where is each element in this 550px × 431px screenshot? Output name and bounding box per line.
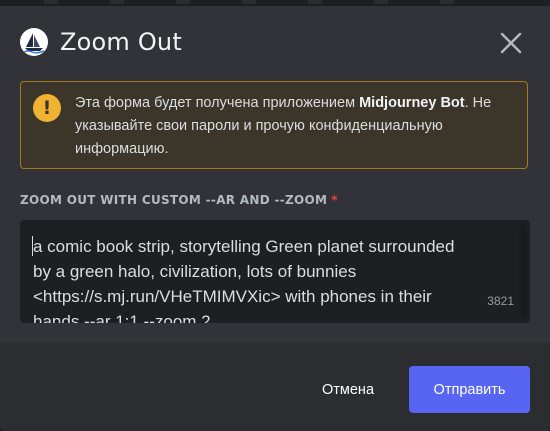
field-label: ZOOM OUT WITH CUSTOM --AR AND --ZOOM * [20,193,338,207]
prompt-textarea-value[interactable]: a comic book strip, storytelling Green p… [33,234,473,323]
modal-dialog: Zoom Out ! Эта форма будет получена прил… [0,0,550,431]
submit-button[interactable]: Отправить [409,366,530,413]
scrollbar-thumb[interactable] [519,224,527,319]
prompt-textarea[interactable]: a comic book strip, storytelling Green p… [20,220,530,323]
modal-header: Zoom Out [20,24,182,60]
field-label-text: ZOOM OUT WITH CUSTOM --AR AND --ZOOM [20,193,328,207]
midjourney-boat-icon [20,28,48,56]
notice-text-before: Эта форма будет получена приложением [75,95,360,111]
required-marker: * [331,193,338,207]
remaining-char-count: 3821 [483,294,514,308]
modal-footer: Отмена Отправить [0,343,550,431]
close-icon [500,32,522,54]
exclamation-icon: ! [33,94,61,122]
cancel-button[interactable]: Отмена [306,367,390,413]
notice-app-name: Midjourney Bot [359,95,465,111]
background-strip [0,0,550,6]
close-button[interactable] [496,28,526,58]
notice-text: Эта форма будет получена приложением Mid… [75,92,521,161]
textarea-scrollbar[interactable] [519,224,527,319]
modal-title: Zoom Out [60,28,182,56]
privacy-notice: ! Эта форма будет получена приложением M… [20,81,528,169]
